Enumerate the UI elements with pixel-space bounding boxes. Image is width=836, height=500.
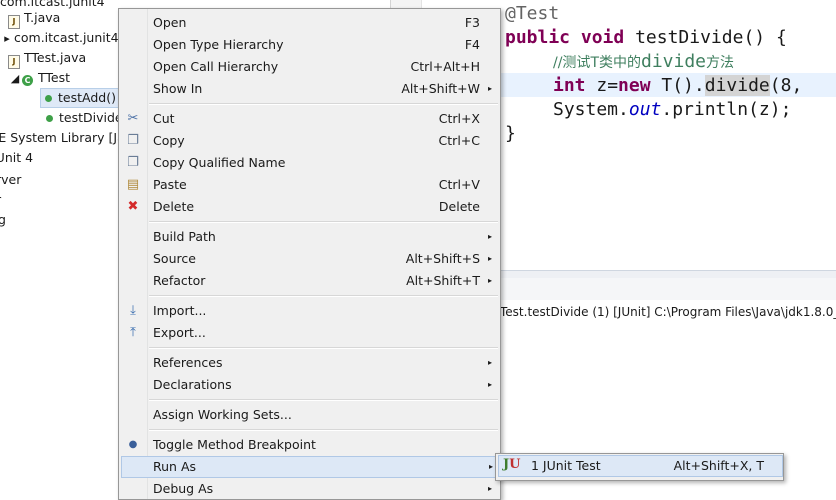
menu-item-toggle-method-breakpoint[interactable]: ● Toggle Method Breakpoint xyxy=(121,434,498,456)
copy-icon: ❐ xyxy=(127,133,139,148)
context-menu: Open F3 Open Type Hierarchy F4 Open Call H… xyxy=(118,8,501,500)
tree-item-ttest-class[interactable]: ◢ C TTest xyxy=(8,68,70,88)
import-icon: ⤓ xyxy=(130,303,136,318)
menu-item-paste[interactable]: ▤ Paste Ctrl+V xyxy=(121,174,498,196)
tree-item-g[interactable]: g xyxy=(0,210,6,230)
menu-item-copy[interactable]: ❐ Copy Ctrl+C xyxy=(121,130,498,152)
menu-separator xyxy=(149,295,498,297)
junit-icon: JU xyxy=(503,457,521,472)
menu-separator xyxy=(149,221,498,223)
menu-item-show-in[interactable]: Show In Alt+Shift+W ▸ xyxy=(121,78,498,100)
copy-qualified-icon: ❐ xyxy=(127,155,139,170)
java-file-icon: J xyxy=(8,55,20,69)
code-line-method-decl: public void testDivide() { xyxy=(505,27,787,48)
tree-item-ttest-java[interactable]: J TTest.java xyxy=(8,48,86,69)
submenu-arrow-icon: ▸ xyxy=(487,380,492,389)
tree-item-r[interactable]: r xyxy=(0,190,1,210)
menu-item-build-path[interactable]: Build Path ▸ xyxy=(121,226,498,248)
menu-item-copy-qualified-name[interactable]: ❐ Copy Qualified Name xyxy=(121,152,498,174)
menu-item-references[interactable]: References ▸ xyxy=(121,352,498,374)
menu-item-run-as[interactable]: Run As ▸ xyxy=(121,456,500,478)
tree-item-testdivide[interactable]: testDivide xyxy=(42,108,123,128)
menu-separator xyxy=(149,399,498,401)
submenu-arrow-icon: ▸ xyxy=(487,276,492,285)
export-icon: ⤒ xyxy=(130,325,136,340)
submenu-arrow-icon: ▸ xyxy=(487,232,492,241)
tree-item-t-java[interactable]: J T.java xyxy=(8,8,60,29)
menu-item-debug-as[interactable]: Debug As ▸ xyxy=(121,478,498,500)
scissors-icon: ✂ xyxy=(127,111,139,126)
tree-item-testadd[interactable]: testAdd() xyxy=(40,88,120,108)
submenu-arrow-icon: ▸ xyxy=(488,462,493,471)
submenu-arrow-icon: ▸ xyxy=(487,84,492,93)
code-line-comment: //测试T类中的divide方法 xyxy=(553,51,735,72)
breakpoint-icon: ● xyxy=(128,439,138,450)
console-launch-status: Test.testDivide (1) [JUnit] C:\Program F… xyxy=(500,305,836,319)
expand-arrow-icon[interactable]: ▸ xyxy=(0,29,14,49)
run-as-submenu: JU 1 JUnit Test Alt+Shift+X, T xyxy=(495,453,784,481)
menu-item-junit-test[interactable]: JU 1 JUnit Test Alt+Shift+X, T xyxy=(498,455,783,477)
menu-separator xyxy=(149,429,498,431)
tree-item-server[interactable]: rver xyxy=(0,170,21,190)
collapse-arrow-icon[interactable]: ◢ xyxy=(8,69,22,89)
code-line-annotation: @Test xyxy=(505,3,560,24)
menu-item-import[interactable]: ⤓ Import... xyxy=(121,300,498,322)
public-method-icon xyxy=(45,95,52,102)
menu-item-source[interactable]: Source Alt+Shift+S ▸ xyxy=(121,248,498,270)
menu-item-open-call-hierarchy[interactable]: Open Call Hierarchy Ctrl+Alt+H xyxy=(121,56,498,78)
code-line-assign: int z=new T().divide(8, xyxy=(553,75,803,96)
submenu-arrow-icon: ▸ xyxy=(487,484,492,493)
submenu-arrow-icon: ▸ xyxy=(487,254,492,263)
paste-icon: ▤ xyxy=(126,177,140,192)
public-method-icon xyxy=(46,115,53,122)
submenu-arrow-icon: ▸ xyxy=(487,358,492,367)
menu-item-declarations[interactable]: Declarations ▸ xyxy=(121,374,498,396)
menu-item-delete[interactable]: ✖ Delete Delete xyxy=(121,196,498,218)
delete-icon: ✖ xyxy=(127,199,139,214)
menu-item-open-type-hierarchy[interactable]: Open Type Hierarchy F4 xyxy=(121,34,498,56)
code-line-println: System.out.println(z); xyxy=(553,99,792,120)
tree-item-junit4[interactable]: JUnit 4 xyxy=(0,148,33,168)
code-line-close-brace: } xyxy=(505,123,516,144)
menu-separator xyxy=(149,103,498,105)
menu-separator xyxy=(149,347,498,349)
menu-item-open[interactable]: Open F3 xyxy=(121,12,498,34)
menu-item-refactor[interactable]: Refactor Alt+Shift+T ▸ xyxy=(121,270,498,292)
menu-item-export[interactable]: ⤒ Export... xyxy=(121,322,498,344)
menu-item-cut[interactable]: ✂ Cut Ctrl+X xyxy=(121,108,498,130)
menu-item-assign-working-sets[interactable]: Assign Working Sets... xyxy=(121,404,498,426)
class-icon: C xyxy=(22,75,33,86)
java-file-icon: J xyxy=(8,15,20,29)
